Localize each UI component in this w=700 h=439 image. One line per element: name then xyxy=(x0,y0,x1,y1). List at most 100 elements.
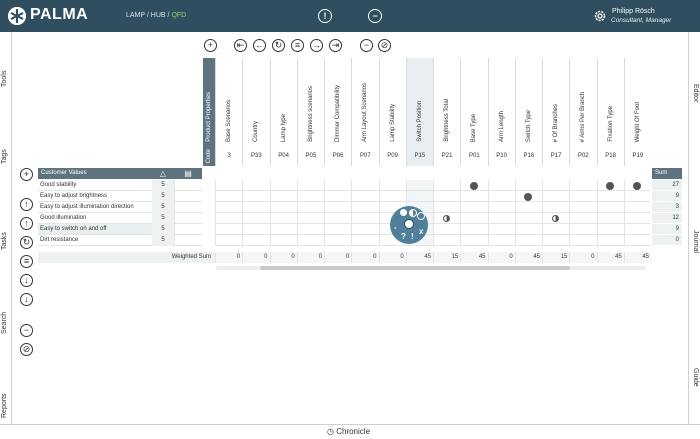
matrix-cell[interactable] xyxy=(324,213,352,224)
column-header[interactable]: Switch Type xyxy=(514,58,542,146)
matrix-cell[interactable] xyxy=(324,235,352,246)
column-header[interactable]: # Of Branches xyxy=(542,58,569,146)
matrix-cell[interactable] xyxy=(324,180,352,191)
strong-relation-icon[interactable] xyxy=(524,192,533,201)
matrix-cell[interactable] xyxy=(351,224,379,235)
strong-relation-icon[interactable] xyxy=(606,181,615,190)
rating-center-icon[interactable] xyxy=(404,219,414,229)
matrix-cell[interactable] xyxy=(460,202,488,213)
matrix-cell[interactable] xyxy=(487,224,515,235)
matrix-cell[interactable] xyxy=(296,235,324,246)
matrix-cell[interactable] xyxy=(351,202,379,213)
sort-rows-icon[interactable]: ≡ xyxy=(20,255,33,268)
column-header[interactable]: Country xyxy=(242,58,269,146)
rotate-icon[interactable]: ↻ xyxy=(272,39,285,52)
tab-tools[interactable]: Tools xyxy=(1,71,8,87)
matrix-cell[interactable] xyxy=(542,180,570,191)
row-label[interactable]: Easy to adjust brightness xyxy=(38,191,152,202)
matrix-cell[interactable] xyxy=(296,191,324,202)
rating-popup[interactable]: - ? ! x xyxy=(390,206,428,244)
matrix-cell[interactable] xyxy=(596,213,624,224)
move-first-icon[interactable]: ⇤ xyxy=(234,39,247,52)
matrix-cell[interactable] xyxy=(514,235,542,246)
horizontal-scrollbar[interactable] xyxy=(216,266,646,270)
matrix-cell[interactable] xyxy=(215,202,243,213)
bar-chart-icon[interactable]: ▤ xyxy=(174,168,202,179)
matrix-cell[interactable] xyxy=(569,213,597,224)
matrix-cell[interactable] xyxy=(433,202,461,213)
matrix-cell[interactable] xyxy=(324,202,352,213)
column-header[interactable]: Weight Of Foot xyxy=(623,58,651,146)
matrix-cell[interactable] xyxy=(623,224,651,235)
tab-reports[interactable]: Reports xyxy=(1,393,8,418)
matrix-cell[interactable] xyxy=(269,191,297,202)
tab-editor[interactable]: Editor xyxy=(692,84,699,102)
matrix-cell[interactable] xyxy=(542,235,570,246)
matrix-cell[interactable] xyxy=(269,224,297,235)
matrix-cell[interactable] xyxy=(569,235,597,246)
row-label[interactable]: Dirt resistance xyxy=(38,235,152,246)
move-left-icon[interactable]: ← xyxy=(253,39,266,52)
matrix-cell[interactable] xyxy=(514,202,542,213)
matrix-cell[interactable] xyxy=(433,224,461,235)
sort-icon[interactable]: ≡ xyxy=(291,39,304,52)
matrix-cell[interactable] xyxy=(296,202,324,213)
collapse-button[interactable]: − xyxy=(368,9,382,23)
matrix-cell[interactable] xyxy=(433,180,461,191)
matrix-cell[interactable] xyxy=(569,202,597,213)
matrix-cell[interactable] xyxy=(487,191,515,202)
info-button[interactable]: ! xyxy=(318,9,332,23)
move-last-icon[interactable]: ⇥ xyxy=(329,39,342,52)
rating-close-icon[interactable]: x xyxy=(419,227,423,236)
scrollbar-thumb[interactable] xyxy=(260,266,570,270)
matrix-cell[interactable] xyxy=(596,224,624,235)
matrix-cell[interactable] xyxy=(296,213,324,224)
matrix-cell[interactable] xyxy=(433,235,461,246)
gear-icon[interactable] xyxy=(593,9,607,28)
matrix-cell[interactable] xyxy=(569,180,597,191)
matrix-cell[interactable] xyxy=(542,191,570,202)
row-label[interactable]: Easy to switch on and off xyxy=(38,224,152,235)
matrix-cell[interactable] xyxy=(324,224,352,235)
matrix-cell[interactable] xyxy=(569,224,597,235)
row-label[interactable]: Easy to adjust illumination direction xyxy=(38,202,152,213)
matrix-cell[interactable] xyxy=(596,235,624,246)
column-header[interactable]: Brightness scenarios xyxy=(296,58,324,146)
matrix-cell[interactable] xyxy=(460,191,488,202)
breadcrumb-item-lamp[interactable]: LAMP xyxy=(126,12,145,19)
tab-search[interactable]: Search xyxy=(1,312,8,334)
remove-row-icon[interactable]: − xyxy=(20,324,33,337)
move-top-icon[interactable]: ↑ xyxy=(20,198,33,211)
move-right-icon[interactable]: → xyxy=(310,39,323,52)
matrix-cell[interactable] xyxy=(433,191,461,202)
rating-minus-icon[interactable]: - xyxy=(394,223,397,232)
matrix-cell[interactable] xyxy=(623,235,651,246)
matrix-cell[interactable] xyxy=(242,213,270,224)
matrix-cell[interactable] xyxy=(215,213,243,224)
row-label[interactable]: Good stability xyxy=(38,180,152,191)
tab-tags[interactable]: Tags xyxy=(1,149,8,164)
column-header[interactable]: Fixation Type xyxy=(596,58,624,146)
column-header[interactable]: Switch Position xyxy=(405,58,433,146)
matrix-cell[interactable] xyxy=(542,224,570,235)
matrix-cell[interactable] xyxy=(487,202,515,213)
rating-weak-icon[interactable] xyxy=(417,212,425,220)
matrix-cell[interactable] xyxy=(405,180,433,191)
matrix-cell[interactable] xyxy=(242,202,270,213)
chronicle-button[interactable]: ◷ Chronicle xyxy=(327,427,370,436)
matrix-cell[interactable] xyxy=(378,191,406,202)
tab-tasks[interactable]: Tasks xyxy=(1,232,8,250)
matrix-cell[interactable] xyxy=(296,224,324,235)
move-bottom-icon[interactable]: ↓ xyxy=(20,293,33,306)
matrix-cell[interactable] xyxy=(351,191,379,202)
matrix-cell[interactable] xyxy=(405,191,433,202)
matrix-cell[interactable] xyxy=(269,180,297,191)
matrix-cell[interactable] xyxy=(324,191,352,202)
column-header[interactable]: Lamp Stability xyxy=(378,58,406,146)
matrix-cell[interactable] xyxy=(487,180,515,191)
matrix-cell[interactable] xyxy=(269,235,297,246)
delete-icon[interactable]: ⊘ xyxy=(378,39,391,52)
tab-guide[interactable]: Guide xyxy=(692,368,699,387)
matrix-cell[interactable] xyxy=(487,213,515,224)
column-header[interactable]: Base Type xyxy=(460,58,487,146)
